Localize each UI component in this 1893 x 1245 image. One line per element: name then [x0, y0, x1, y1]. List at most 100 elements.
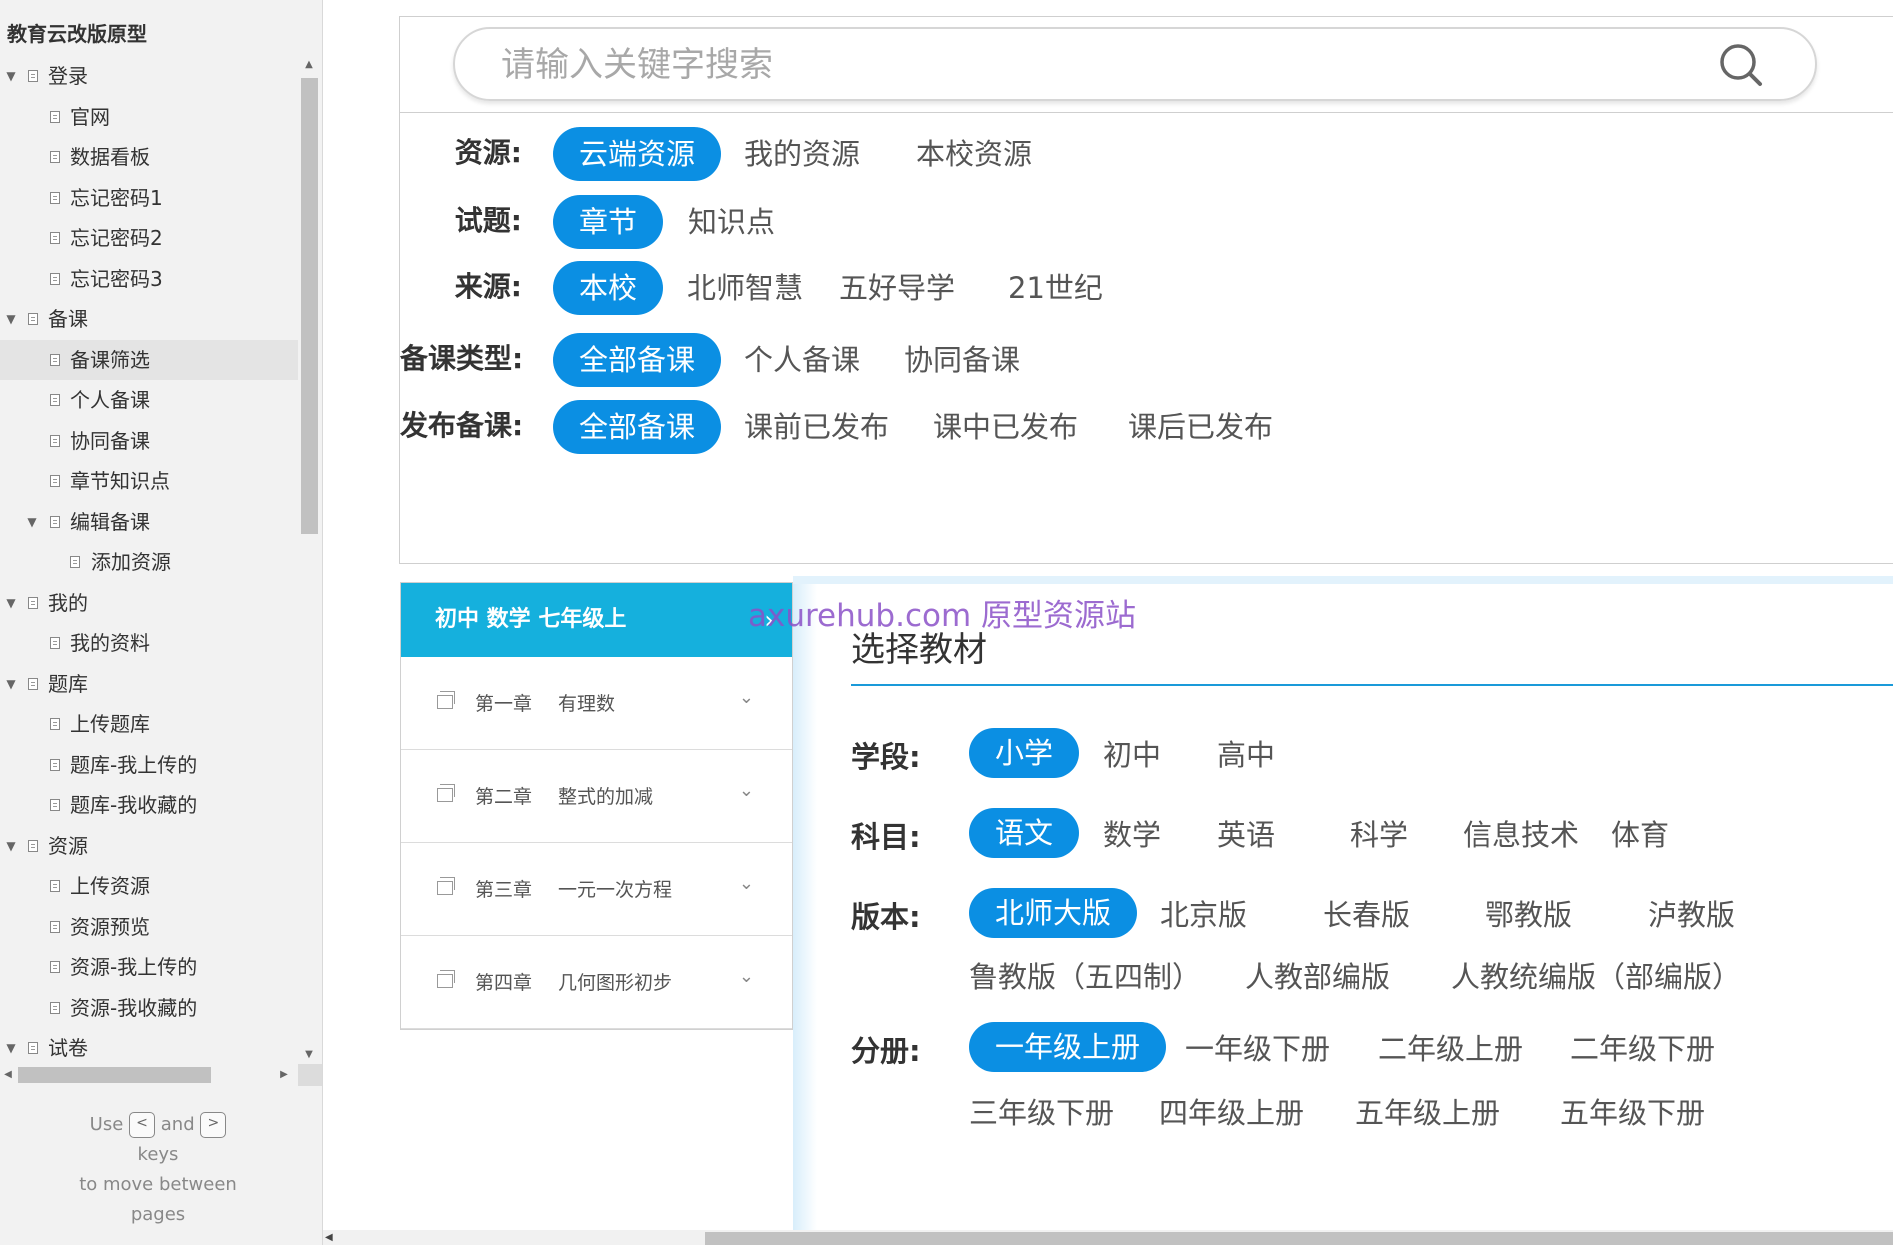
expand-arrow-icon[interactable]: ▼	[4, 1028, 18, 1069]
filter-option[interactable]: 课中已发布	[933, 400, 1078, 454]
chapter-item[interactable]: 第一章 有理数 ⌄	[401, 657, 792, 750]
sidebar-item[interactable]: 我的资料	[0, 623, 298, 664]
expand-arrow-icon[interactable]: ▼	[25, 502, 39, 543]
chapter-item[interactable]: 第三章 一元一次方程 ⌄	[401, 843, 792, 936]
chevron-down-icon[interactable]: ⌄	[739, 687, 754, 708]
filter-option[interactable]: 全部备课	[553, 400, 722, 454]
sidebar-item[interactable]: ▼ 我的	[0, 583, 298, 624]
sidebar-item[interactable]: 题库-我收藏的	[0, 785, 298, 826]
filter-option[interactable]: 章节	[553, 195, 664, 249]
textbook-option[interactable]: 北师大版	[969, 888, 1138, 938]
sidebar-item[interactable]: ▼ 登录	[0, 56, 298, 97]
sidebar-item[interactable]: 忘记密码2	[0, 218, 298, 259]
scroll-left-arrow-icon[interactable]: ◀	[325, 1230, 333, 1245]
textbook-option[interactable]: 体育	[1611, 808, 1669, 862]
textbook-option[interactable]: 二年级下册	[1570, 1022, 1715, 1076]
filter-option[interactable]: 课前已发布	[744, 400, 889, 454]
sidebar-vertical-scrollbar[interactable]: ▲ ▼	[298, 56, 320, 1064]
textbook-option[interactable]: 科学	[1350, 808, 1408, 862]
sidebar-item[interactable]: 个人备课	[0, 380, 298, 421]
scroll-thumb[interactable]	[705, 1232, 1893, 1245]
filter-option[interactable]: 云端资源	[553, 127, 722, 181]
sidebar-item[interactable]: 章节知识点	[0, 461, 298, 502]
chapter-item[interactable]: 第二章 整式的加减 ⌄	[401, 750, 792, 843]
chapter-panel-header[interactable]: 初中 数学 七年级上 ›	[401, 583, 792, 657]
scroll-right-arrow-icon[interactable]: ▶	[276, 1064, 292, 1086]
expand-arrow-icon[interactable]: ▼	[4, 664, 18, 705]
textbook-option[interactable]: 四年级上册	[1159, 1086, 1304, 1140]
textbook-option[interactable]: 一年级上册	[969, 1022, 1167, 1072]
textbook-option[interactable]: 二年级上册	[1378, 1022, 1523, 1076]
filter-option[interactable]: 全部备课	[553, 333, 722, 387]
textbook-option[interactable]: 信息技术	[1463, 808, 1579, 862]
textbook-option[interactable]: 小学	[969, 728, 1080, 778]
scroll-thumb[interactable]	[301, 78, 318, 534]
expand-arrow-icon[interactable]: ▼	[4, 56, 18, 97]
hint-line4: pages	[130, 1204, 186, 1225]
textbook-option[interactable]: 北京版	[1160, 888, 1247, 942]
filter-option[interactable]: 本校资源	[916, 127, 1032, 181]
textbook-option[interactable]: 语文	[969, 808, 1080, 858]
sidebar-item[interactable]: 官网	[0, 97, 298, 138]
chevron-down-icon[interactable]: ⌄	[739, 873, 754, 894]
filter-option[interactable]: 知识点	[688, 195, 775, 249]
textbook-option[interactable]: 高中	[1217, 728, 1275, 782]
search-icon[interactable]	[1717, 41, 1765, 89]
sidebar-item[interactable]: 题库-我上传的	[0, 745, 298, 786]
scroll-thumb[interactable]	[18, 1067, 211, 1083]
sidebar-item[interactable]: 数据看板	[0, 137, 298, 178]
chapter-item[interactable]: 第四章 几何图形初步 ⌄	[401, 936, 792, 1029]
chevron-down-icon[interactable]: ⌄	[739, 966, 754, 987]
search-box[interactable]	[453, 27, 1817, 101]
textbook-option[interactable]: 泸教版	[1648, 888, 1735, 942]
sidebar-item[interactable]: ▼ 资源	[0, 826, 298, 867]
filter-option[interactable]: 协同备课	[904, 333, 1020, 387]
sidebar-item[interactable]: ▼ 题库	[0, 664, 298, 705]
sidebar-item[interactable]: 添加资源	[0, 542, 298, 583]
textbook-option[interactable]: 初中	[1103, 728, 1161, 782]
textbook-option[interactable]: 人教统编版（部编版）	[1451, 950, 1741, 1004]
sidebar-item[interactable]: 资源-我上传的	[0, 947, 298, 988]
textbook-option[interactable]: 一年级下册	[1185, 1022, 1330, 1076]
textbook-option[interactable]: 鄂教版	[1485, 888, 1572, 942]
filter-option[interactable]: 21世纪	[1008, 261, 1103, 315]
expand-arrow-icon[interactable]: ▼	[4, 299, 18, 340]
filter-option[interactable]: 我的资源	[744, 127, 860, 181]
sidebar-item[interactable]: 备课筛选	[0, 339, 298, 380]
scroll-left-arrow-icon[interactable]: ◀	[0, 1064, 16, 1086]
filter-option[interactable]: 五好导学	[839, 261, 955, 315]
textbook-option[interactable]: 鲁教版（五四制）	[969, 950, 1201, 1004]
page-icon	[50, 232, 60, 244]
sidebar-item[interactable]: 上传资源	[0, 866, 298, 907]
sidebar-item[interactable]: 资源预览	[0, 907, 298, 948]
chevron-down-icon[interactable]: ⌄	[739, 780, 754, 801]
filter-option[interactable]: 北师智慧	[687, 261, 803, 315]
textbook-option[interactable]: 三年级下册	[969, 1086, 1114, 1140]
sidebar-item[interactable]: ▼ 试卷	[0, 1028, 298, 1069]
textbook-option[interactable]: 英语	[1217, 808, 1275, 862]
expand-arrow-icon[interactable]: ▼	[4, 583, 18, 624]
textbook-option[interactable]: 五年级下册	[1560, 1086, 1705, 1140]
sidebar-item[interactable]: ▼ 备课	[0, 299, 298, 340]
expand-arrow-icon[interactable]: ▼	[4, 826, 18, 867]
sidebar-item[interactable]: 忘记密码1	[0, 178, 298, 219]
textbook-option[interactable]: 人教部编版	[1245, 950, 1390, 1004]
textbook-option[interactable]: 长春版	[1323, 888, 1410, 942]
sidebar-horizontal-scrollbar[interactable]: ◀ ▶	[0, 1064, 322, 1086]
sidebar-item[interactable]: 协同备课	[0, 421, 298, 462]
search-input[interactable]	[499, 39, 1703, 91]
scroll-down-arrow-icon[interactable]: ▼	[298, 1046, 320, 1064]
textbook-filter-label: 版本:	[851, 900, 921, 934]
filter-option[interactable]: 本校	[553, 261, 664, 315]
page-icon	[28, 70, 38, 82]
main-horizontal-scrollbar[interactable]: ◀	[323, 1230, 1893, 1245]
sidebar-item[interactable]: ▼ 编辑备课	[0, 502, 298, 543]
scroll-up-arrow-icon[interactable]: ▲	[298, 56, 320, 74]
filter-option[interactable]: 课后已发布	[1128, 400, 1273, 454]
textbook-option[interactable]: 五年级上册	[1355, 1086, 1500, 1140]
filter-option[interactable]: 个人备课	[744, 333, 860, 387]
sidebar-item[interactable]: 资源-我收藏的	[0, 988, 298, 1029]
textbook-option[interactable]: 数学	[1103, 808, 1161, 862]
sidebar-item[interactable]: 上传题库	[0, 704, 298, 745]
sidebar-item[interactable]: 忘记密码3	[0, 259, 298, 300]
